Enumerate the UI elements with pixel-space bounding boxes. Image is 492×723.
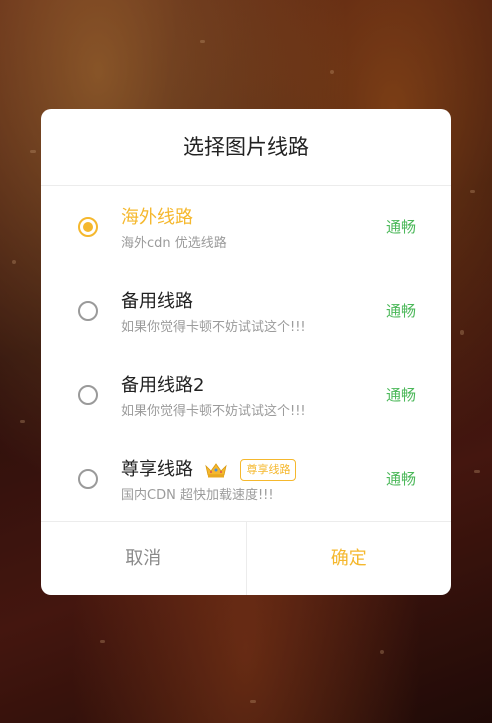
radio-checked-icon[interactable]: [78, 217, 98, 237]
route-option-name-row: 尊享线路 尊享线路: [121, 455, 297, 481]
route-option-name: 海外线路: [121, 207, 193, 228]
route-option-desc: 如果你觉得卡顿不妨试试这个!!!: [121, 320, 306, 335]
radio-unchecked-icon[interactable]: [78, 469, 98, 489]
route-option-name: 备用线路2: [121, 375, 205, 396]
route-status: 通畅: [385, 218, 416, 236]
route-status: 通畅: [385, 302, 416, 320]
radio-unchecked-icon[interactable]: [78, 385, 98, 405]
dialog-title: 选择图片线路: [41, 109, 451, 186]
route-option-name: 尊享线路: [121, 459, 193, 480]
route-option-desc: 如果你觉得卡顿不妨试试这个!!!: [121, 404, 306, 419]
route-option-premium[interactable]: 尊享线路 尊享线路 国内CDN 超快加载速度!!! 通畅: [41, 438, 451, 522]
route-option-backup[interactable]: 备用线路 如果你觉得卡顿不妨试试这个!!! 通畅: [41, 270, 451, 354]
cancel-button[interactable]: 取消: [41, 522, 247, 595]
route-select-dialog: 选择图片线路 海外线路 海外cdn 优选线路 通畅 备用线路 如果你觉得卡顿不妨…: [41, 109, 451, 595]
dialog-footer: 取消 确定: [41, 521, 451, 595]
crown-icon: [205, 463, 227, 478]
route-option-overseas[interactable]: 海外线路 海外cdn 优选线路 通畅: [41, 186, 451, 270]
premium-badge: 尊享线路: [240, 459, 297, 481]
route-option-name: 备用线路: [121, 291, 193, 312]
confirm-button[interactable]: 确定: [247, 522, 452, 595]
route-option-backup-2[interactable]: 备用线路2 如果你觉得卡顿不妨试试这个!!! 通畅: [41, 354, 451, 438]
route-option-desc: 国内CDN 超快加载速度!!!: [121, 488, 274, 503]
route-options-list: 海外线路 海外cdn 优选线路 通畅 备用线路 如果你觉得卡顿不妨试试这个!!!…: [41, 186, 451, 522]
route-status: 通畅: [385, 386, 416, 404]
route-option-desc: 海外cdn 优选线路: [121, 236, 227, 251]
route-status: 通畅: [385, 470, 416, 488]
radio-unchecked-icon[interactable]: [78, 301, 98, 321]
